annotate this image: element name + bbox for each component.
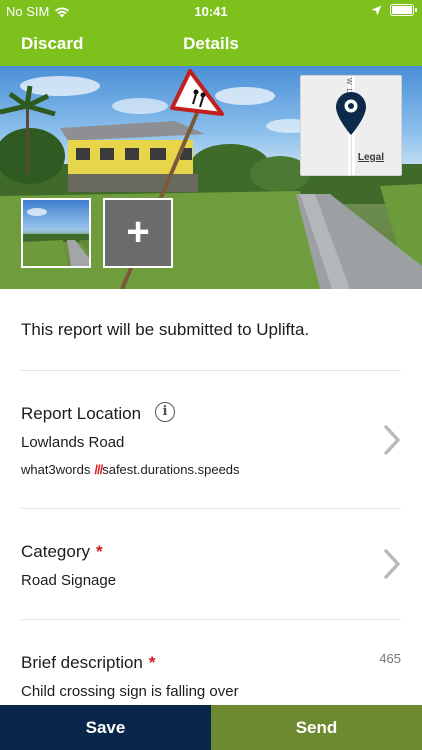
thumbnail-scene — [23, 208, 89, 266]
what3words-address: what3words///safest.durations.speeds — [21, 462, 240, 477]
info-icon[interactable]: i — [155, 402, 175, 422]
what3words-words: safest.durations.speeds — [102, 462, 240, 477]
page-title: Details — [183, 34, 239, 53]
report-form: This report will be submitted to Uplifta… — [0, 289, 422, 705]
category-label: Category — [21, 542, 90, 561]
chevron-right-icon[interactable] — [382, 425, 402, 455]
category-value: Road Signage — [21, 572, 117, 589]
description-value[interactable]: Child crossing sign is falling over — [21, 683, 239, 700]
divider — [21, 508, 401, 509]
save-button[interactable]: Save — [0, 705, 211, 750]
description-title: Brief description * — [21, 653, 156, 673]
chevron-right-icon[interactable] — [382, 549, 402, 579]
character-count: 465 — [379, 651, 401, 666]
required-marker: * — [148, 653, 156, 672]
description-label: Brief description — [21, 653, 143, 672]
photo-header: + W L Legal — [0, 66, 422, 289]
submit-note: This report will be submitted to Uplifta… — [21, 320, 310, 339]
status-bar: No SIM 10:41 — [0, 0, 422, 22]
battery-icon — [390, 4, 417, 16]
photo-thumbnail[interactable] — [21, 198, 91, 268]
map-legal-link[interactable]: Legal — [358, 152, 384, 163]
what3words-label: what3words — [21, 462, 91, 477]
category-title: Category * — [21, 542, 103, 562]
required-marker: * — [95, 542, 103, 561]
nav-bar: Discard Details — [0, 22, 422, 66]
send-button[interactable]: Send — [211, 705, 422, 750]
status-time: 10:41 — [194, 4, 228, 19]
location-map-thumbnail[interactable]: W L Legal — [300, 75, 402, 176]
map-pin-icon — [336, 92, 366, 135]
location-arrow-icon — [371, 5, 382, 15]
status-right — [371, 4, 417, 16]
add-photo-button[interactable]: + — [103, 198, 173, 268]
divider — [21, 619, 401, 620]
report-location-road: Lowlands Road — [21, 434, 125, 451]
report-location-title: Report Location — [21, 404, 142, 423]
divider — [21, 370, 401, 371]
